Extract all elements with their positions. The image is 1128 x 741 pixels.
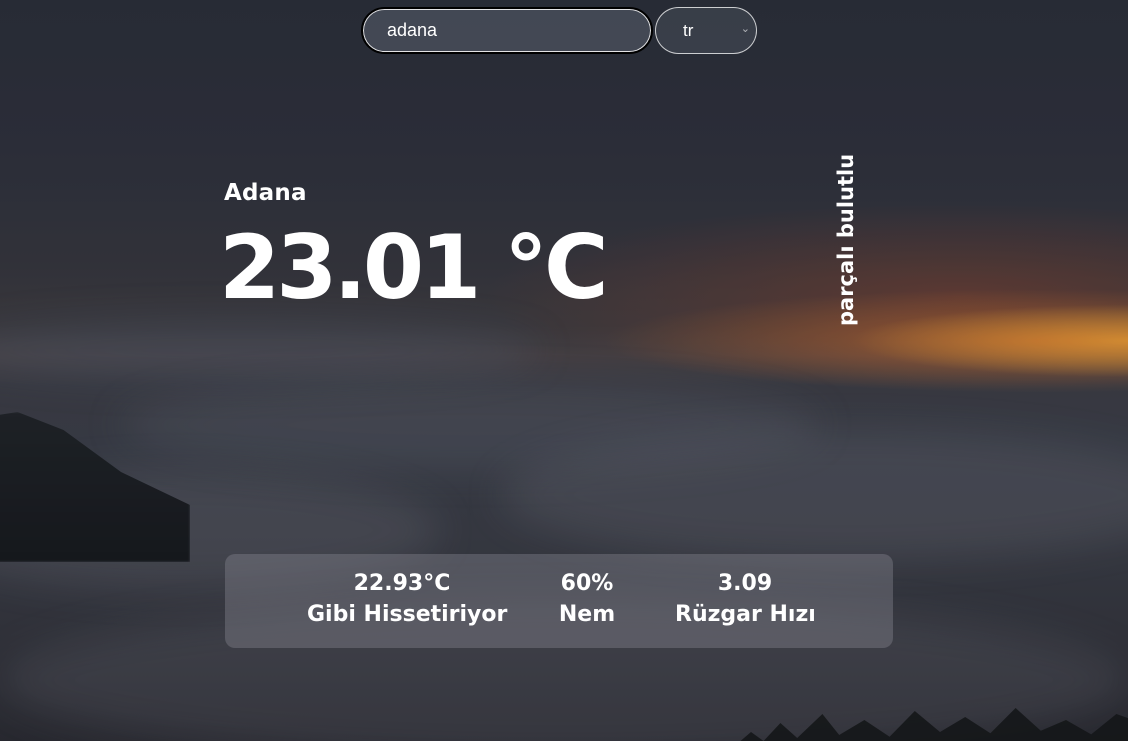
feels-like-value: 22.93°C (353, 571, 451, 596)
language-select-value: tr (683, 20, 694, 40)
temperature-value: 23.01 °C (219, 216, 609, 319)
feels-like-stat: 22.93°C Gibi Hissetiriyor (307, 568, 508, 630)
chevron-down-icon: ⌄ (740, 23, 750, 35)
humidity-stat: 60% Nem (547, 568, 627, 630)
weather-description: parçalı bulutlu (832, 153, 860, 326)
city-name: Adana (224, 180, 307, 206)
search-bar: tr ⌄ (361, 7, 757, 54)
wind-speed-label: Rüzgar Hızı (675, 602, 816, 627)
weather-stats-panel: 22.93°C Gibi Hissetiriyor 60% Nem 3.09 R… (225, 554, 893, 648)
city-search-input[interactable] (361, 7, 653, 54)
feels-like-label: Gibi Hissetiriyor (307, 602, 508, 627)
wind-speed-stat: 3.09 Rüzgar Hızı (675, 568, 816, 630)
weather-description-text: parçalı bulutlu (834, 153, 858, 326)
humidity-label: Nem (558, 602, 616, 627)
humidity-value: 60% (560, 571, 614, 596)
language-select[interactable]: tr ⌄ (655, 7, 757, 54)
wind-speed-value: 3.09 (717, 571, 773, 596)
